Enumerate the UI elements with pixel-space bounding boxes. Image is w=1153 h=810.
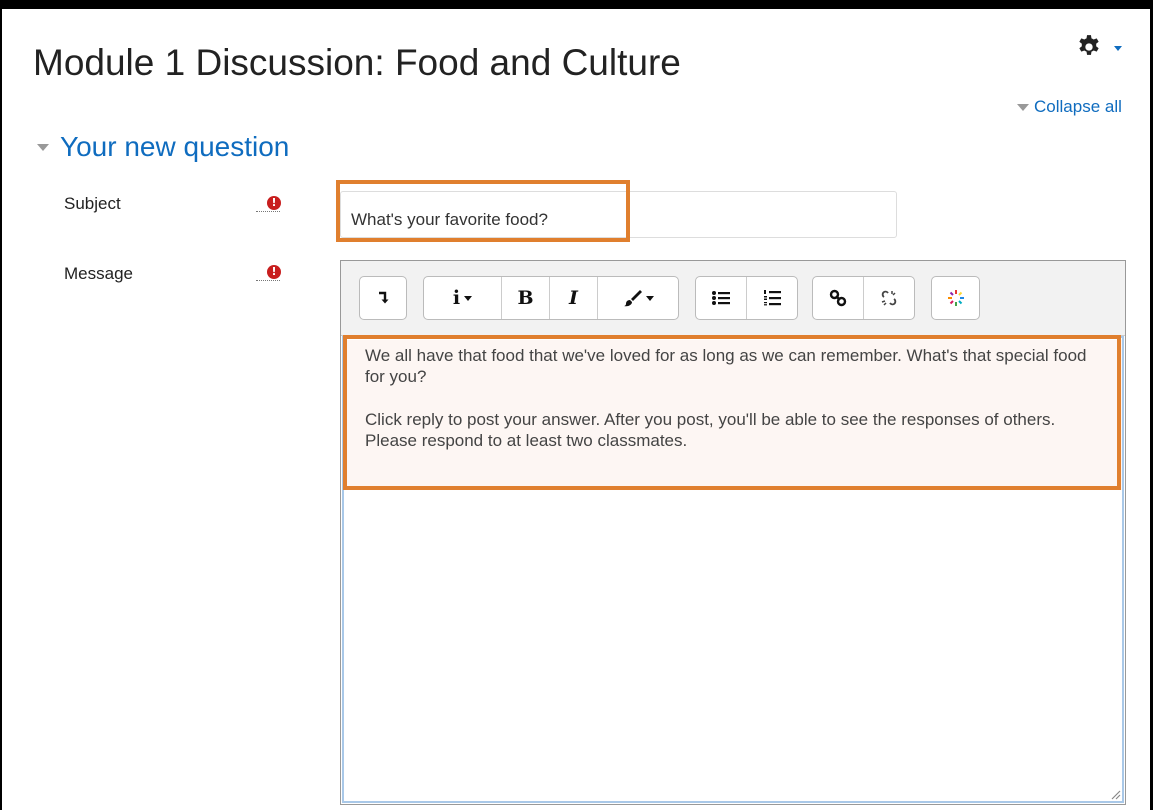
required-icon: !	[267, 265, 281, 279]
message-editor: i B I We all have that food that we've l…	[340, 260, 1126, 805]
bullet-list-icon	[712, 291, 730, 305]
required-icon: !	[267, 196, 281, 210]
unordered-list-button[interactable]	[696, 277, 747, 319]
link-button[interactable]	[813, 277, 864, 319]
toolbar-group	[359, 276, 407, 320]
page-title: Module 1 Discussion: Food and Culture	[33, 42, 681, 83]
section-title: Your new question	[60, 131, 290, 162]
section-header[interactable]: Your new question	[37, 131, 289, 163]
numbered-list-icon	[764, 290, 781, 306]
message-paragraph: We all have that food that we've loved f…	[365, 346, 1087, 386]
triangle-down-icon	[37, 143, 49, 151]
toolbar-group	[695, 276, 798, 320]
paragraph-style-icon: i	[452, 287, 461, 309]
text-color-button[interactable]	[598, 277, 678, 319]
show-more-buttons[interactable]	[360, 277, 406, 319]
chevron-down-icon	[1114, 46, 1122, 51]
subject-label: Subject	[64, 194, 121, 213]
resize-handle-icon[interactable]	[1109, 788, 1121, 800]
message-paragraph: Click reply to post your answer. After y…	[365, 410, 1056, 450]
chevron-down-icon	[646, 295, 654, 301]
editor-toolbar: i B I	[341, 261, 1125, 336]
unlink-icon	[881, 290, 897, 306]
chevron-down-icon	[464, 295, 473, 301]
ordered-list-button[interactable]	[747, 277, 797, 319]
bold-icon: B	[517, 287, 534, 309]
sparkle-icon	[947, 290, 964, 306]
required-indicator: !	[256, 196, 281, 212]
message-label: Message	[64, 264, 133, 283]
toolbar-group	[931, 276, 980, 320]
style-button[interactable]: i	[424, 277, 502, 319]
dotted-underline	[256, 280, 280, 281]
collapse-all-link[interactable]: Collapse all	[1017, 97, 1122, 117]
collapse-all-label: Collapse all	[1034, 97, 1122, 116]
media-tool-button[interactable]	[932, 277, 979, 319]
italic-icon: I	[569, 287, 578, 309]
link-icon	[829, 289, 847, 307]
bold-button[interactable]: B	[502, 277, 550, 319]
dotted-underline	[256, 211, 280, 212]
toolbar-group: i B I	[423, 276, 679, 320]
expand-arrow-icon	[379, 291, 389, 304]
paintbrush-icon	[624, 290, 642, 307]
settings-menu-button[interactable]	[1076, 34, 1122, 60]
subject-input[interactable]	[340, 191, 897, 238]
unlink-button[interactable]	[864, 277, 914, 319]
triangle-down-icon	[1017, 103, 1029, 111]
message-text[interactable]: We all have that food that we've loved f…	[346, 340, 1122, 490]
gear-icon	[1079, 35, 1099, 55]
italic-button[interactable]: I	[550, 277, 598, 319]
toolbar-group	[812, 276, 915, 320]
required-indicator: !	[256, 265, 281, 281]
